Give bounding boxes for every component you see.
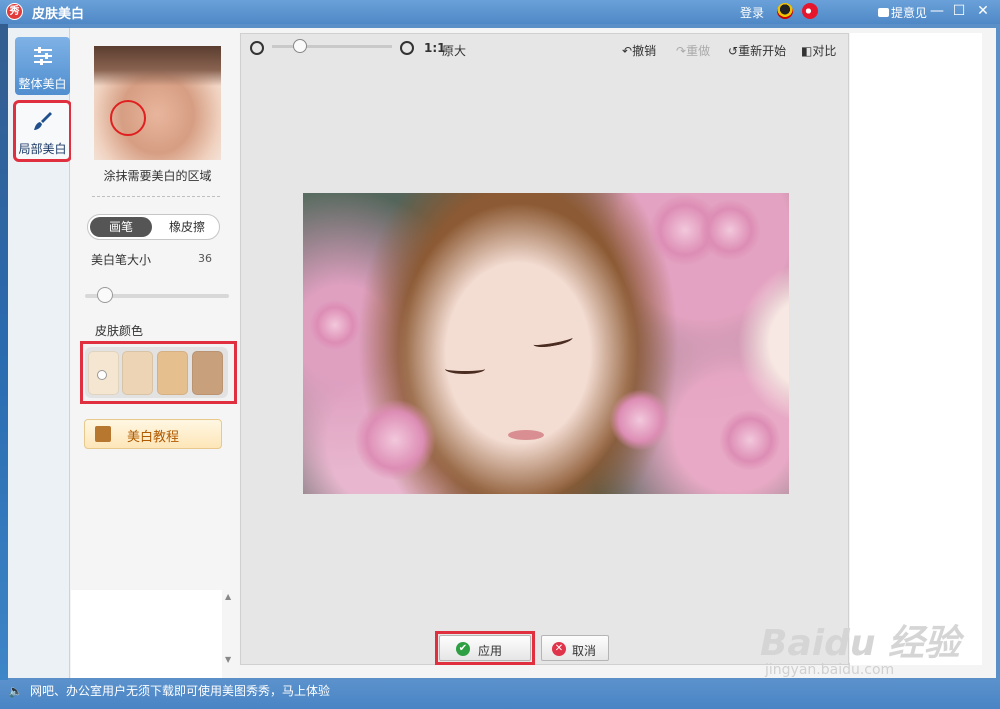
scroll-up-arrow[interactable]: ▲ — [225, 592, 231, 601]
restart-label: 重新开始 — [738, 44, 787, 58]
flower-decoration — [700, 200, 760, 260]
close-circle-icon: ✕ — [552, 642, 566, 656]
flower-decoration — [610, 390, 670, 450]
tutorial-label: 美白教程 — [127, 430, 180, 445]
undo-icon: ↶ — [622, 44, 633, 58]
flower-decoration — [720, 410, 780, 470]
flower-decoration — [310, 300, 360, 350]
brush-size-label: 美白笔大小 — [91, 253, 152, 267]
panel-lower-area — [71, 590, 222, 678]
tab-label: 整体美白 — [18, 77, 67, 91]
watermark-url: jingyan.baidu.com — [765, 662, 895, 678]
undo-label: 撤销 — [632, 44, 657, 58]
right-pane — [850, 33, 982, 665]
zoom-slider[interactable] — [272, 45, 392, 48]
brush-area-circle — [110, 100, 146, 136]
photo-eye — [445, 364, 485, 374]
flower-decoration — [355, 400, 435, 480]
apply-button[interactable]: ✔ 应用 — [439, 635, 531, 661]
skin-swatch[interactable] — [122, 351, 153, 395]
actual-size-label[interactable]: 原大 — [442, 42, 466, 59]
maximize-button[interactable]: ☐ — [950, 2, 968, 20]
feedback-icon — [878, 8, 889, 17]
window-title: 皮肤美白 — [32, 7, 85, 22]
minimize-button[interactable]: — — [928, 2, 946, 20]
feedback-link[interactable]: 提意见 — [878, 4, 927, 21]
divider — [92, 196, 220, 197]
compare-icon: ◧ — [801, 44, 813, 58]
restart-icon: ↺ — [728, 44, 739, 58]
skin-color-label: 皮肤颜色 — [95, 324, 144, 338]
brush-size-value: 36 — [198, 252, 212, 265]
restart-button[interactable]: ↺重新开始 — [728, 42, 786, 59]
tutorial-button[interactable]: 美白教程 — [84, 419, 222, 449]
cancel-label: 取消 — [572, 644, 597, 658]
brush-icon — [34, 112, 52, 130]
qq-icon[interactable] — [777, 3, 793, 19]
tab-label: 局部美白 — [18, 142, 67, 156]
zoom-in-icon[interactable] — [400, 41, 414, 55]
status-promo-link[interactable]: 网吧、办公室用户无须下载即可使用美图秀秀，马上体验 — [30, 682, 330, 699]
selected-swatch-indicator — [97, 370, 107, 380]
undo-button[interactable]: ↶撤销 — [622, 42, 656, 59]
desktop-edge — [0, 24, 8, 680]
tab-whole-whitening[interactable]: 整体美白 — [15, 37, 70, 95]
title-bar — [0, 0, 1000, 24]
eraser-button[interactable]: 橡皮擦 — [156, 217, 218, 237]
scroll-down-arrow[interactable]: ▼ — [225, 655, 231, 664]
book-icon — [95, 426, 111, 442]
compare-label: 对比 — [812, 44, 837, 58]
speaker-icon: 🔈 — [8, 684, 23, 698]
redo-label: 重做 — [686, 44, 711, 58]
close-button[interactable]: ✕ — [974, 2, 992, 20]
zoom-out-icon[interactable] — [250, 41, 264, 55]
feedback-label: 提意见 — [891, 6, 928, 20]
skin-swatch[interactable] — [192, 351, 223, 395]
redo-button[interactable]: ↷重做 — [676, 42, 710, 59]
cancel-button[interactable]: ✕ 取消 — [541, 635, 609, 661]
skin-swatch[interactable] — [157, 351, 188, 395]
login-link[interactable]: 登录 — [740, 4, 764, 21]
weibo-icon[interactable] — [802, 3, 818, 19]
app-logo: 秀 — [6, 3, 23, 20]
photo-mouth — [508, 430, 544, 440]
sliders-icon — [34, 47, 52, 65]
redo-icon: ↷ — [676, 44, 687, 58]
hint-text: 涂抹需要美白的区域 — [103, 169, 212, 183]
compare-button[interactable]: ◧对比 — [801, 42, 836, 59]
check-icon: ✔ — [456, 642, 470, 656]
tab-local-whitening[interactable]: 局部美白 — [13, 100, 72, 162]
zoom-slider-thumb[interactable] — [293, 39, 307, 53]
apply-label: 应用 — [478, 644, 503, 658]
brush-button[interactable]: 画笔 — [90, 217, 152, 237]
example-face-hair — [94, 46, 221, 86]
watermark-logo: Baidu 经验 — [760, 623, 961, 664]
